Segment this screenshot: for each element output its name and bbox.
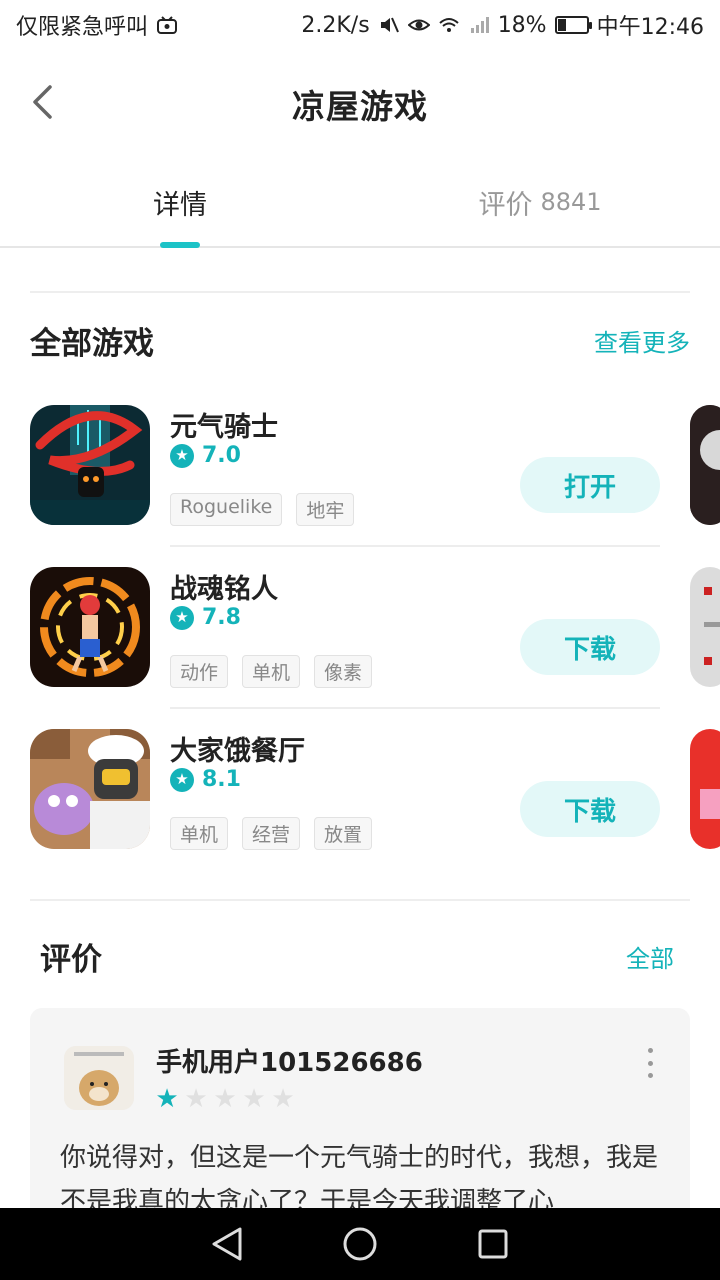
chevron-left-icon (33, 85, 52, 119)
carrier-text: 仅限紧急呼叫 (16, 15, 149, 40)
game-tag: 单机 (242, 655, 301, 688)
status-bar: 仅限紧急呼叫 2.2K/s 18% 中午12:46 (0, 0, 720, 50)
game-tag: 像素 (314, 655, 373, 688)
wifi-icon (439, 18, 459, 32)
section-divider (30, 899, 690, 901)
review-username[interactable]: 手机用户101526686 (156, 1042, 423, 1079)
nav-back-button[interactable] (205, 1222, 249, 1266)
tab-bar: 详情 评价 8841 (0, 158, 720, 248)
star-icon: ★ (184, 1084, 208, 1114)
page-title: 凉屋游戏 (292, 87, 428, 126)
star-icon: ★ (170, 443, 194, 468)
open-button[interactable]: 打开 (520, 457, 660, 513)
signal-icon (470, 17, 489, 33)
star-icon: ★ (170, 605, 194, 630)
tab-details-label: 详情 (153, 189, 207, 221)
row-divider (170, 707, 660, 709)
game-icon-soul-knight (30, 405, 150, 525)
nav-home-button[interactable] (338, 1222, 382, 1266)
status-right: 2.2K/s 18% 中午12:46 (301, 9, 704, 41)
game-tag: Roguelike (170, 493, 283, 526)
game-item[interactable]: 大家饿餐厅 ★ 8.1 单机 经营 放置 下载 (30, 729, 660, 891)
game-rating-value: 7.8 (202, 605, 241, 630)
game-name: 元气骑士 (170, 412, 278, 443)
reviews-section-header: 评价 全部 (40, 934, 674, 978)
app-notification-icon (157, 16, 178, 34)
carousel-peek-card[interactable] (690, 405, 720, 525)
app-header: 凉屋游戏 (0, 50, 720, 158)
eye-icon (407, 19, 430, 31)
nav-recent-button[interactable] (471, 1222, 515, 1266)
mute-icon (380, 17, 399, 33)
back-button[interactable] (20, 80, 64, 124)
review-star-rating: ★ ★ ★ ★ ★ (154, 1086, 296, 1112)
battery-percent: 18% (497, 12, 547, 38)
game-icon-restaurant (30, 729, 150, 849)
carousel-peek-card[interactable] (690, 729, 720, 849)
tab-reviews-label: 评价 (478, 189, 533, 221)
games-section-title: 全部游戏 (30, 325, 154, 362)
game-rating: ★ 7.0 (170, 443, 241, 468)
download-button[interactable]: 下载 (520, 781, 660, 837)
carousel-peek-card[interactable] (690, 567, 720, 687)
game-tag: 单机 (170, 817, 229, 850)
square-recent-icon (478, 1229, 508, 1259)
clock: 中午12:46 (596, 15, 704, 40)
tab-active-indicator (160, 242, 200, 248)
game-rating: ★ 8.1 (170, 767, 241, 792)
avatar[interactable] (64, 1046, 134, 1110)
game-rating-value: 7.0 (202, 443, 241, 468)
tab-reviews[interactable]: 评价 8841 (360, 158, 720, 246)
game-tag: 经营 (242, 817, 301, 850)
row-divider (170, 545, 660, 547)
tab-details[interactable]: 详情 (0, 158, 360, 248)
view-more-link[interactable]: 查看更多 (594, 323, 690, 358)
game-rating-value: 8.1 (202, 767, 241, 792)
game-tags: Roguelike 地牢 (170, 493, 355, 526)
game-name: 战魂铭人 (170, 574, 278, 605)
section-divider (30, 291, 690, 293)
tab-reviews-count: 8841 (540, 188, 602, 216)
game-tag: 地牢 (296, 493, 355, 526)
game-tags: 动作 单机 像素 (170, 655, 373, 688)
more-vertical-icon[interactable] (640, 1048, 660, 1078)
system-nav-bar (0, 1208, 720, 1280)
game-icon-otherworld-legends (30, 567, 150, 687)
game-item[interactable]: 元气骑士 ★ 7.0 Roguelike 地牢 打开 (30, 405, 660, 567)
star-icon: ★ (242, 1084, 266, 1114)
game-tag: 动作 (170, 655, 229, 688)
circle-home-icon (343, 1227, 377, 1261)
download-button[interactable]: 下载 (520, 619, 660, 675)
star-icon: ★ (271, 1084, 295, 1114)
game-rating: ★ 7.8 (170, 605, 241, 630)
all-reviews-link[interactable]: 全部 (626, 939, 674, 974)
star-icon: ★ (155, 1084, 179, 1114)
games-section-header: 全部游戏 查看更多 (30, 318, 690, 362)
triangle-back-icon (212, 1227, 242, 1261)
star-icon: ★ (170, 767, 194, 792)
star-icon: ★ (213, 1084, 237, 1114)
game-tag: 放置 (314, 817, 373, 850)
game-item[interactable]: 战魂铭人 ★ 7.8 动作 单机 像素 下载 (30, 567, 660, 729)
reviews-section-title: 评价 (40, 941, 102, 978)
battery-icon (554, 16, 592, 34)
game-tags: 单机 经营 放置 (170, 817, 373, 850)
game-name: 大家饿餐厅 (170, 736, 305, 767)
network-speed: 2.2K/s (301, 12, 370, 38)
status-left: 仅限紧急呼叫 (16, 9, 178, 41)
